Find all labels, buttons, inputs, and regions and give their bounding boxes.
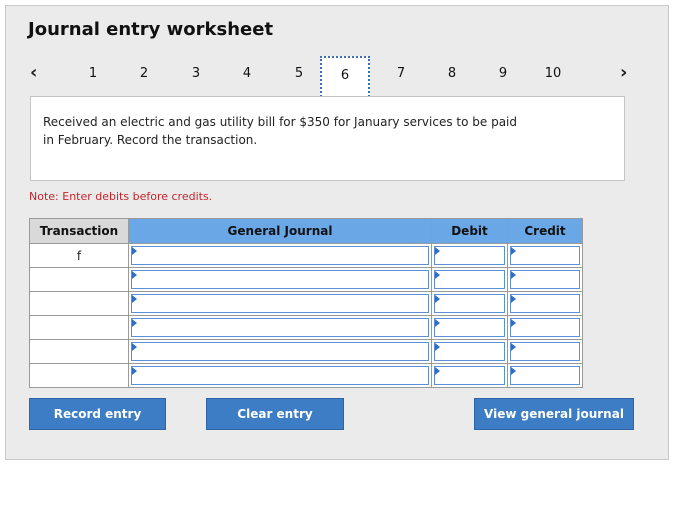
account-input[interactable]	[131, 342, 429, 361]
account-input[interactable]	[131, 294, 429, 313]
credit-input[interactable]	[510, 342, 580, 361]
table-row	[29, 339, 583, 364]
debit-input[interactable]	[434, 366, 505, 385]
table-row	[29, 291, 583, 316]
view-general-journal-button[interactable]: View general journal	[474, 398, 634, 430]
page-2[interactable]: 2	[129, 66, 159, 81]
account-input[interactable]	[131, 246, 429, 265]
page-9[interactable]: 9	[488, 66, 518, 81]
page-3[interactable]: 3	[181, 66, 211, 81]
journal-table: Transaction General Journal Debit Credit…	[29, 218, 583, 388]
debit-input[interactable]	[434, 270, 505, 289]
transaction-cell	[29, 363, 129, 388]
header-transaction: Transaction	[29, 218, 129, 244]
account-input[interactable]	[131, 366, 429, 385]
page-4[interactable]: 4	[232, 66, 262, 81]
question-prompt: Received an electric and gas utility bil…	[30, 96, 625, 181]
page-10[interactable]: 10	[538, 66, 568, 81]
credit-input[interactable]	[510, 366, 580, 385]
clear-entry-button[interactable]: Clear entry	[206, 398, 344, 430]
page-6-active[interactable]: 6	[320, 56, 370, 100]
page-5[interactable]: 5	[284, 66, 314, 81]
table-row: f	[29, 243, 583, 268]
account-input[interactable]	[131, 318, 429, 337]
header-debit: Debit	[431, 218, 508, 244]
header-general-journal: General Journal	[128, 218, 432, 244]
prompt-line-2: in February. Record the transaction.	[43, 133, 258, 147]
transaction-cell: f	[29, 243, 129, 268]
debit-input[interactable]	[434, 342, 505, 361]
table-row	[29, 363, 583, 388]
header-credit: Credit	[507, 218, 583, 244]
credit-input[interactable]	[510, 270, 580, 289]
page-title: Journal entry worksheet	[28, 19, 274, 40]
record-entry-button[interactable]: Record entry	[29, 398, 166, 430]
page-1[interactable]: 1	[78, 66, 108, 81]
transaction-cell	[29, 267, 129, 292]
transaction-cell	[29, 339, 129, 364]
account-input[interactable]	[131, 270, 429, 289]
transaction-cell	[29, 291, 129, 316]
credit-input[interactable]	[510, 318, 580, 337]
prompt-line-1: Received an electric and gas utility bil…	[43, 115, 517, 129]
note-text: Note: Enter debits before credits.	[29, 190, 213, 203]
prev-page-icon[interactable]: ‹	[30, 62, 37, 83]
credit-input[interactable]	[510, 246, 580, 265]
debit-input[interactable]	[434, 294, 505, 313]
transaction-cell	[29, 315, 129, 340]
debit-input[interactable]	[434, 318, 505, 337]
next-page-icon[interactable]: ›	[620, 62, 627, 83]
table-row	[29, 267, 583, 292]
credit-input[interactable]	[510, 294, 580, 313]
table-row	[29, 315, 583, 340]
page-8[interactable]: 8	[437, 66, 467, 81]
page-7[interactable]: 7	[386, 66, 416, 81]
debit-input[interactable]	[434, 246, 505, 265]
